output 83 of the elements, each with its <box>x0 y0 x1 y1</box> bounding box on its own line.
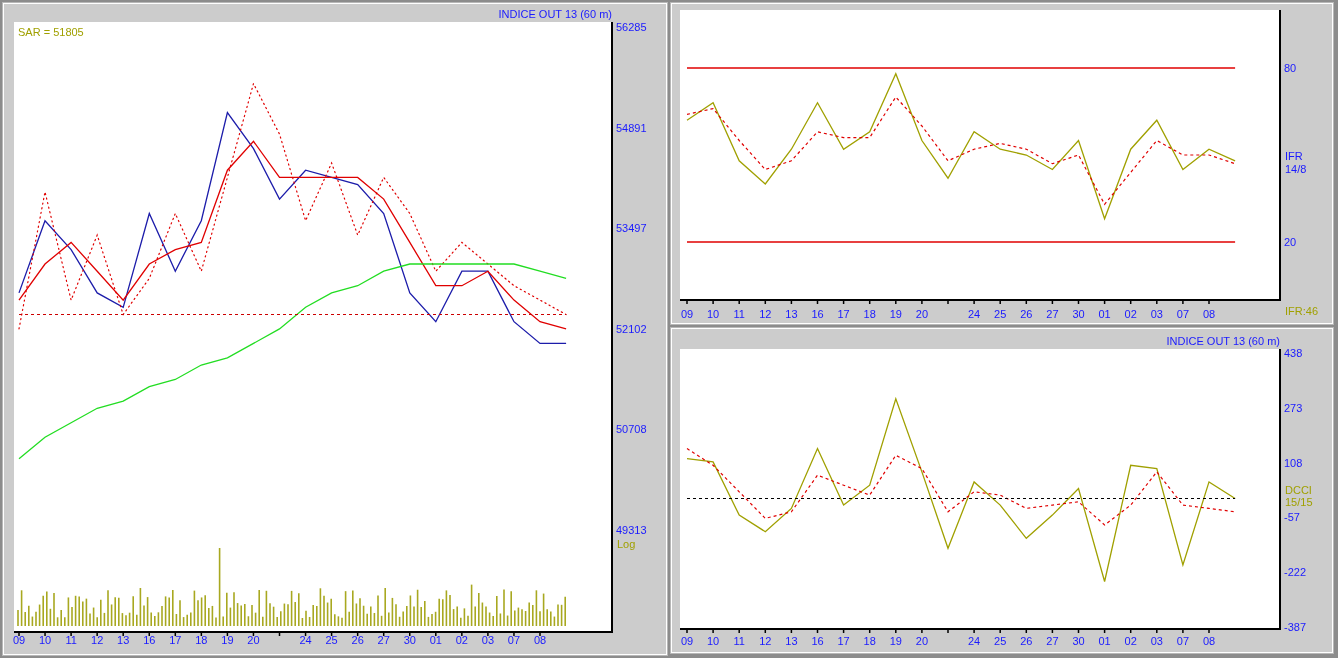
axis-label: 50708 <box>616 423 647 436</box>
axis-label: 80 <box>1284 62 1297 74</box>
axis-label: 24 <box>967 308 981 320</box>
axis-label: -222 <box>1284 566 1307 579</box>
axis-label: 02 <box>1124 308 1137 320</box>
axis-label: 10 <box>706 308 720 320</box>
axis-label: 25 <box>325 634 338 646</box>
indicator-label: 14/8 <box>1285 163 1307 175</box>
chart-title: INDICE OUT 13 (60 m) <box>498 8 612 20</box>
axis-label: 56285 <box>616 21 647 33</box>
axis-label: 17 <box>169 634 182 646</box>
axis-label: 10 <box>38 634 52 646</box>
axis-label: 27 <box>1046 635 1059 647</box>
axis-label: 49313 <box>616 524 647 537</box>
axis-label: 53497 <box>616 222 647 235</box>
axis-label: 30 <box>403 634 416 646</box>
axis-label: 27 <box>1046 308 1059 320</box>
axis-label: 03 <box>1150 635 1163 647</box>
axis-label: 09 <box>12 634 26 646</box>
axis-label: 18 <box>863 635 876 647</box>
axis-label: 108 <box>1284 456 1303 469</box>
axis-label: 13 <box>785 635 798 647</box>
axis-label: 11 <box>65 634 77 646</box>
chart-title: INDICE OUT 13 (60 m) <box>1166 335 1280 347</box>
axis-label: 09 <box>680 635 694 647</box>
axis-label: 01 <box>1098 308 1111 320</box>
axis-label: 19 <box>221 634 234 646</box>
axis-label: 07 <box>507 634 521 646</box>
axis-label: 18 <box>863 308 876 320</box>
axis-label: 20 <box>247 634 260 646</box>
axis-label: 10 <box>706 635 720 647</box>
axis-label: 30 <box>1072 308 1085 320</box>
axis-label: 13 <box>117 634 130 646</box>
axis-label: 16 <box>143 634 156 646</box>
axis-label: 27 <box>377 634 390 646</box>
axis-label: 52102 <box>616 322 647 335</box>
axis-label: 26 <box>1020 308 1033 320</box>
axis-label: 02 <box>1124 635 1137 647</box>
axis-label: 08 <box>1202 635 1216 647</box>
axis-label: 17 <box>837 635 850 647</box>
axis-label: 11 <box>733 308 745 320</box>
axis-label: 24 <box>299 634 312 646</box>
axis-label: 12 <box>759 635 772 647</box>
axis-label: 09 <box>680 308 694 320</box>
axis-label: 20 <box>915 308 929 320</box>
axis-label: 25 <box>994 635 1007 647</box>
axis-label: 30 <box>1072 635 1085 647</box>
axis-label: 18 <box>195 634 208 646</box>
axis-label: 01 <box>1098 635 1111 647</box>
axis-label: 54891 <box>616 121 647 134</box>
axis-label: 01 <box>429 634 442 646</box>
axis-label: 07 <box>1176 635 1190 647</box>
axis-label: 273 <box>1284 401 1303 414</box>
axis-label: 24 <box>967 635 981 647</box>
axis-label: 08 <box>1202 308 1216 320</box>
axis-label: 17 <box>837 308 850 320</box>
indicator-reading: IFR:46 <box>1285 305 1318 317</box>
axis-label: 20 <box>1284 236 1297 248</box>
axis-label: 26 <box>351 634 364 646</box>
axis-label: 25 <box>994 308 1007 320</box>
axis-label: 12 <box>91 634 104 646</box>
axis-label: 11 <box>733 635 745 647</box>
axis-label: 19 <box>889 308 902 320</box>
axis-label: -387 <box>1284 621 1307 633</box>
axis-label: 07 <box>1176 308 1190 320</box>
indicator-label: IFR <box>1285 150 1303 162</box>
axis-label: 438 <box>1284 347 1303 359</box>
axis-label: 26 <box>1020 635 1033 647</box>
sar-legend: SAR = 51805 <box>18 26 84 38</box>
axis-label: 16 <box>811 308 824 320</box>
axis-label: 13 <box>785 308 798 320</box>
indicator-label: 15/15 <box>1285 496 1313 508</box>
axis-label: 03 <box>1150 308 1163 320</box>
axis-label: 19 <box>889 635 902 647</box>
axis-label: 08 <box>533 634 547 646</box>
axis-label: 03 <box>481 634 494 646</box>
axis-label: 12 <box>759 308 772 320</box>
axis-label: -57 <box>1284 511 1300 524</box>
axis-label: 02 <box>455 634 468 646</box>
axis-label: 16 <box>811 635 824 647</box>
axis-label: 20 <box>915 635 929 647</box>
indicator-label: DCCI <box>1285 484 1312 496</box>
scale-label: Log <box>617 538 636 550</box>
